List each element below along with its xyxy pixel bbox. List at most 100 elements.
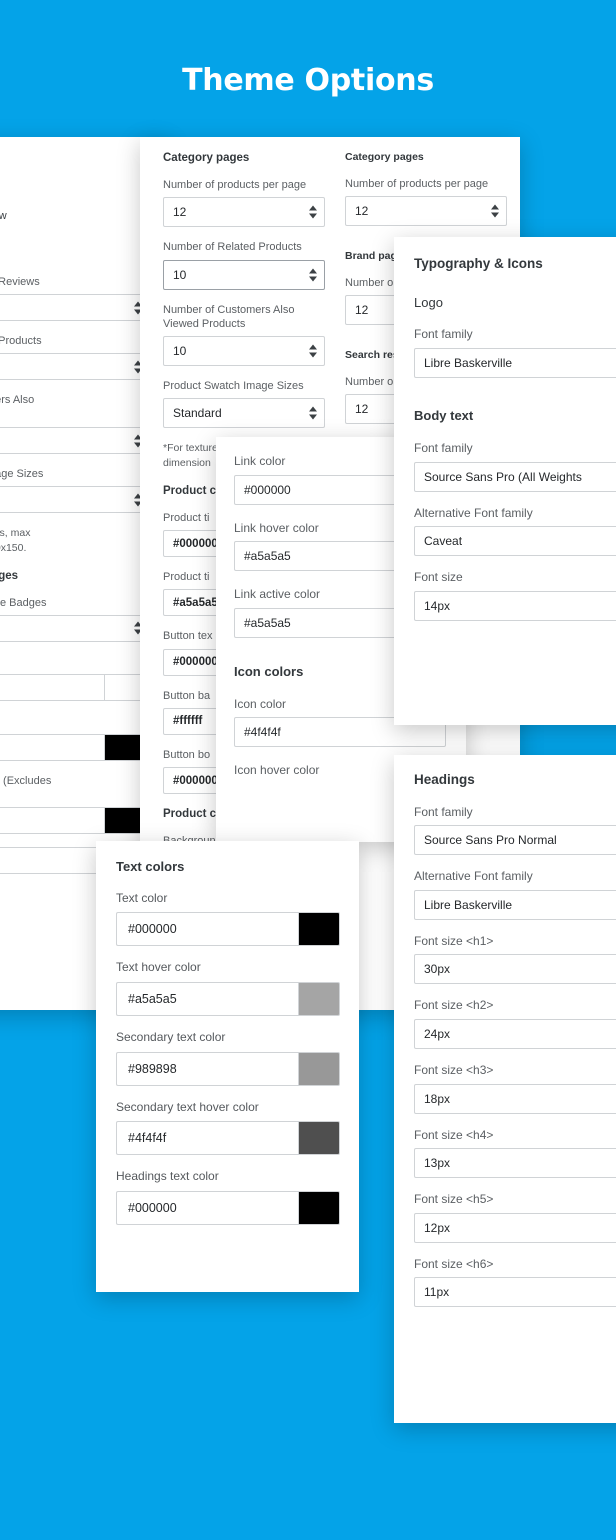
number-input[interactable]: 10 bbox=[163, 259, 325, 290]
field-label: Alternative Font family bbox=[414, 869, 533, 884]
page-title: Theme Options bbox=[182, 63, 434, 98]
heading-size-h1: Font size <h1> 30px bbox=[414, 934, 616, 985]
color-swatch[interactable] bbox=[298, 982, 340, 1017]
field-label: Font size <h2> bbox=[414, 998, 494, 1013]
field-label: lay Product Sale Badges bbox=[0, 596, 47, 609]
typography-panel-title: Typography & Icons bbox=[414, 256, 543, 271]
mid-field-products-per-page: Number of products per page 12 bbox=[163, 178, 325, 228]
field-label: uct Swatch Image Sizes bbox=[0, 468, 44, 481]
logo-heading: Logo bbox=[414, 294, 443, 310]
color-swatch[interactable] bbox=[298, 912, 340, 947]
left-field-swatch-size: uct Swatch Image Sizes ndard bbox=[0, 467, 150, 514]
color-text-input[interactable]: #989898 bbox=[116, 1051, 298, 1086]
color-text-input[interactable]: #4f4f4f bbox=[116, 1121, 298, 1156]
color-text-input[interactable]: 00000 bbox=[0, 807, 104, 835]
field-label: ber of Related Products bbox=[0, 335, 42, 348]
number-input[interactable]: 12 bbox=[345, 195, 507, 226]
swatch-note: texture swatches, max ensions are 150x15… bbox=[0, 527, 31, 554]
body-text-heading: Body text bbox=[414, 408, 474, 424]
select-input[interactable]: ndard bbox=[0, 486, 150, 514]
left-color-field-2: er Badge Color (Excludes st') 00000 bbox=[0, 774, 150, 835]
number-input[interactable]: 10 bbox=[163, 336, 325, 367]
font-size-input[interactable]: 12px bbox=[414, 1212, 616, 1243]
select-input[interactable]: Standard bbox=[163, 398, 325, 429]
color-text-input[interactable]: 00000 bbox=[0, 733, 104, 761]
body-alt-font-family-select[interactable]: Caveat bbox=[414, 526, 616, 557]
category-pages-heading: Category pages bbox=[163, 152, 250, 164]
field-label: Font family bbox=[414, 327, 473, 342]
left-field-sale-badge-display: lay Product Sale Badges o Left bbox=[0, 596, 150, 642]
body-font-family-select[interactable]: Source Sans Pro (All Weights bbox=[414, 461, 616, 492]
left-color-field-0: Color ffff bbox=[0, 655, 150, 702]
number-input[interactable] bbox=[0, 353, 150, 381]
left-color-field-1: ge Color 00000 bbox=[0, 714, 150, 761]
field-label: Font size bbox=[414, 570, 463, 585]
font-size-input[interactable]: 11px bbox=[414, 1277, 616, 1308]
text-hover-color-field: Text hover color #a5a5a5 bbox=[116, 960, 340, 1017]
field-label: Number of Related Products bbox=[163, 241, 302, 254]
field-label: Font size <h3> bbox=[414, 1062, 494, 1077]
heading-size-h3: Font size <h3> 18px bbox=[414, 1063, 616, 1114]
color-text-input[interactable]: #a5a5a5 bbox=[116, 982, 298, 1017]
field-label: Font size <h1> bbox=[414, 933, 494, 948]
field-label: Number of products per page bbox=[163, 178, 307, 191]
field-label: Font family bbox=[414, 804, 473, 819]
font-size-input[interactable]: 18px bbox=[414, 1083, 616, 1114]
logo-font-family-select[interactable]: Libre Baskerville bbox=[414, 348, 616, 379]
field-label: Color bbox=[0, 655, 150, 669]
heading-size-h4: Font size <h4> 13px bbox=[414, 1128, 616, 1179]
heading-size-h6: Font size <h6> 11px bbox=[414, 1257, 616, 1308]
text-colors-panel-title: Text colors bbox=[116, 859, 185, 874]
text-colors-panel: Text colors Text color #000000 Text hove… bbox=[96, 841, 359, 1292]
field-label: Secondary text hover color bbox=[116, 1099, 259, 1114]
left-field-related: ber of Related Products bbox=[0, 334, 150, 381]
headings-panel-title: Headings bbox=[414, 772, 475, 787]
select-input[interactable]: o Left bbox=[0, 614, 150, 642]
field-label: Product Swatch Image Sizes bbox=[163, 380, 304, 393]
show-quickview-checkbox-label[interactable]: Show Quickview bbox=[0, 210, 150, 222]
field-label: Font family bbox=[414, 440, 473, 455]
font-size-input[interactable]: 24px bbox=[414, 1018, 616, 1049]
headings-alt-font-family-select[interactable]: Libre Baskerville bbox=[414, 889, 616, 920]
field-label: Alternative Font family bbox=[414, 505, 533, 520]
category-pages-heading-b: Category pages bbox=[345, 151, 424, 163]
field-label: Font size <h5> bbox=[414, 1192, 494, 1207]
color-text-input[interactable]: #000000 bbox=[116, 912, 298, 947]
mid-field-swatch-size: Product Swatch Image Sizes Standard bbox=[163, 379, 325, 429]
field-label: ber of Product Reviews bbox=[0, 275, 40, 288]
color-text-input[interactable]: ffff bbox=[0, 674, 104, 702]
sale-badges-heading: luct Sale Badges bbox=[0, 569, 19, 582]
body-font-size-input[interactable]: 14px bbox=[414, 590, 616, 621]
headings-panel: Headings Font family Source Sans Pro Nor… bbox=[394, 755, 616, 1423]
field-label: Font size <h4> bbox=[414, 1127, 494, 1142]
color-swatch[interactable] bbox=[298, 1051, 340, 1086]
product-page-heading: uct page bbox=[0, 248, 150, 263]
field-label: Text hover color bbox=[116, 960, 201, 975]
field-label: ber of Customers Also ed Products bbox=[0, 394, 35, 407]
secondary-text-hover-color-field: Secondary text hover color #4f4f4f bbox=[116, 1100, 340, 1156]
text-color-field: Text color #000000 bbox=[116, 891, 340, 947]
secondary-text-color-field: Secondary text color #989898 bbox=[116, 1030, 340, 1086]
field-label: ge Color bbox=[0, 714, 150, 728]
font-size-input[interactable]: 30px bbox=[414, 954, 616, 985]
color-swatch[interactable] bbox=[298, 1190, 340, 1225]
field-label: Number of Customers Also Viewed Products bbox=[163, 303, 295, 330]
left-field-reviews: ber of Product Reviews bbox=[0, 275, 150, 322]
mid-field-customers-viewed: Number of Customers Also Viewed Products… bbox=[163, 303, 325, 367]
field-label: Font size <h6> bbox=[414, 1256, 494, 1271]
field-label: Secondary text color bbox=[116, 1030, 226, 1045]
field-label: er Badge Color (Excludes st') bbox=[3, 774, 52, 787]
color-text-input[interactable]: #000000 bbox=[116, 1190, 298, 1225]
heading-size-h2: Font size <h2> 24px bbox=[414, 998, 616, 1049]
field-label: Number of products per page bbox=[345, 177, 489, 190]
field-label: Headings text color bbox=[116, 1169, 219, 1184]
font-size-input[interactable]: 13px bbox=[414, 1148, 616, 1179]
number-input[interactable] bbox=[0, 427, 150, 455]
headings-font-family-select[interactable]: Source Sans Pro Normal bbox=[414, 825, 616, 856]
number-input[interactable] bbox=[0, 294, 150, 322]
number-input[interactable]: 12 bbox=[163, 197, 325, 228]
heading-size-h5: Font size <h5> 12px bbox=[414, 1192, 616, 1243]
color-swatch[interactable] bbox=[298, 1121, 340, 1156]
left-panel-section-header[interactable]: ucts bbox=[0, 155, 150, 182]
mid-field-related-products: Number of Related Products 10 bbox=[163, 240, 325, 290]
